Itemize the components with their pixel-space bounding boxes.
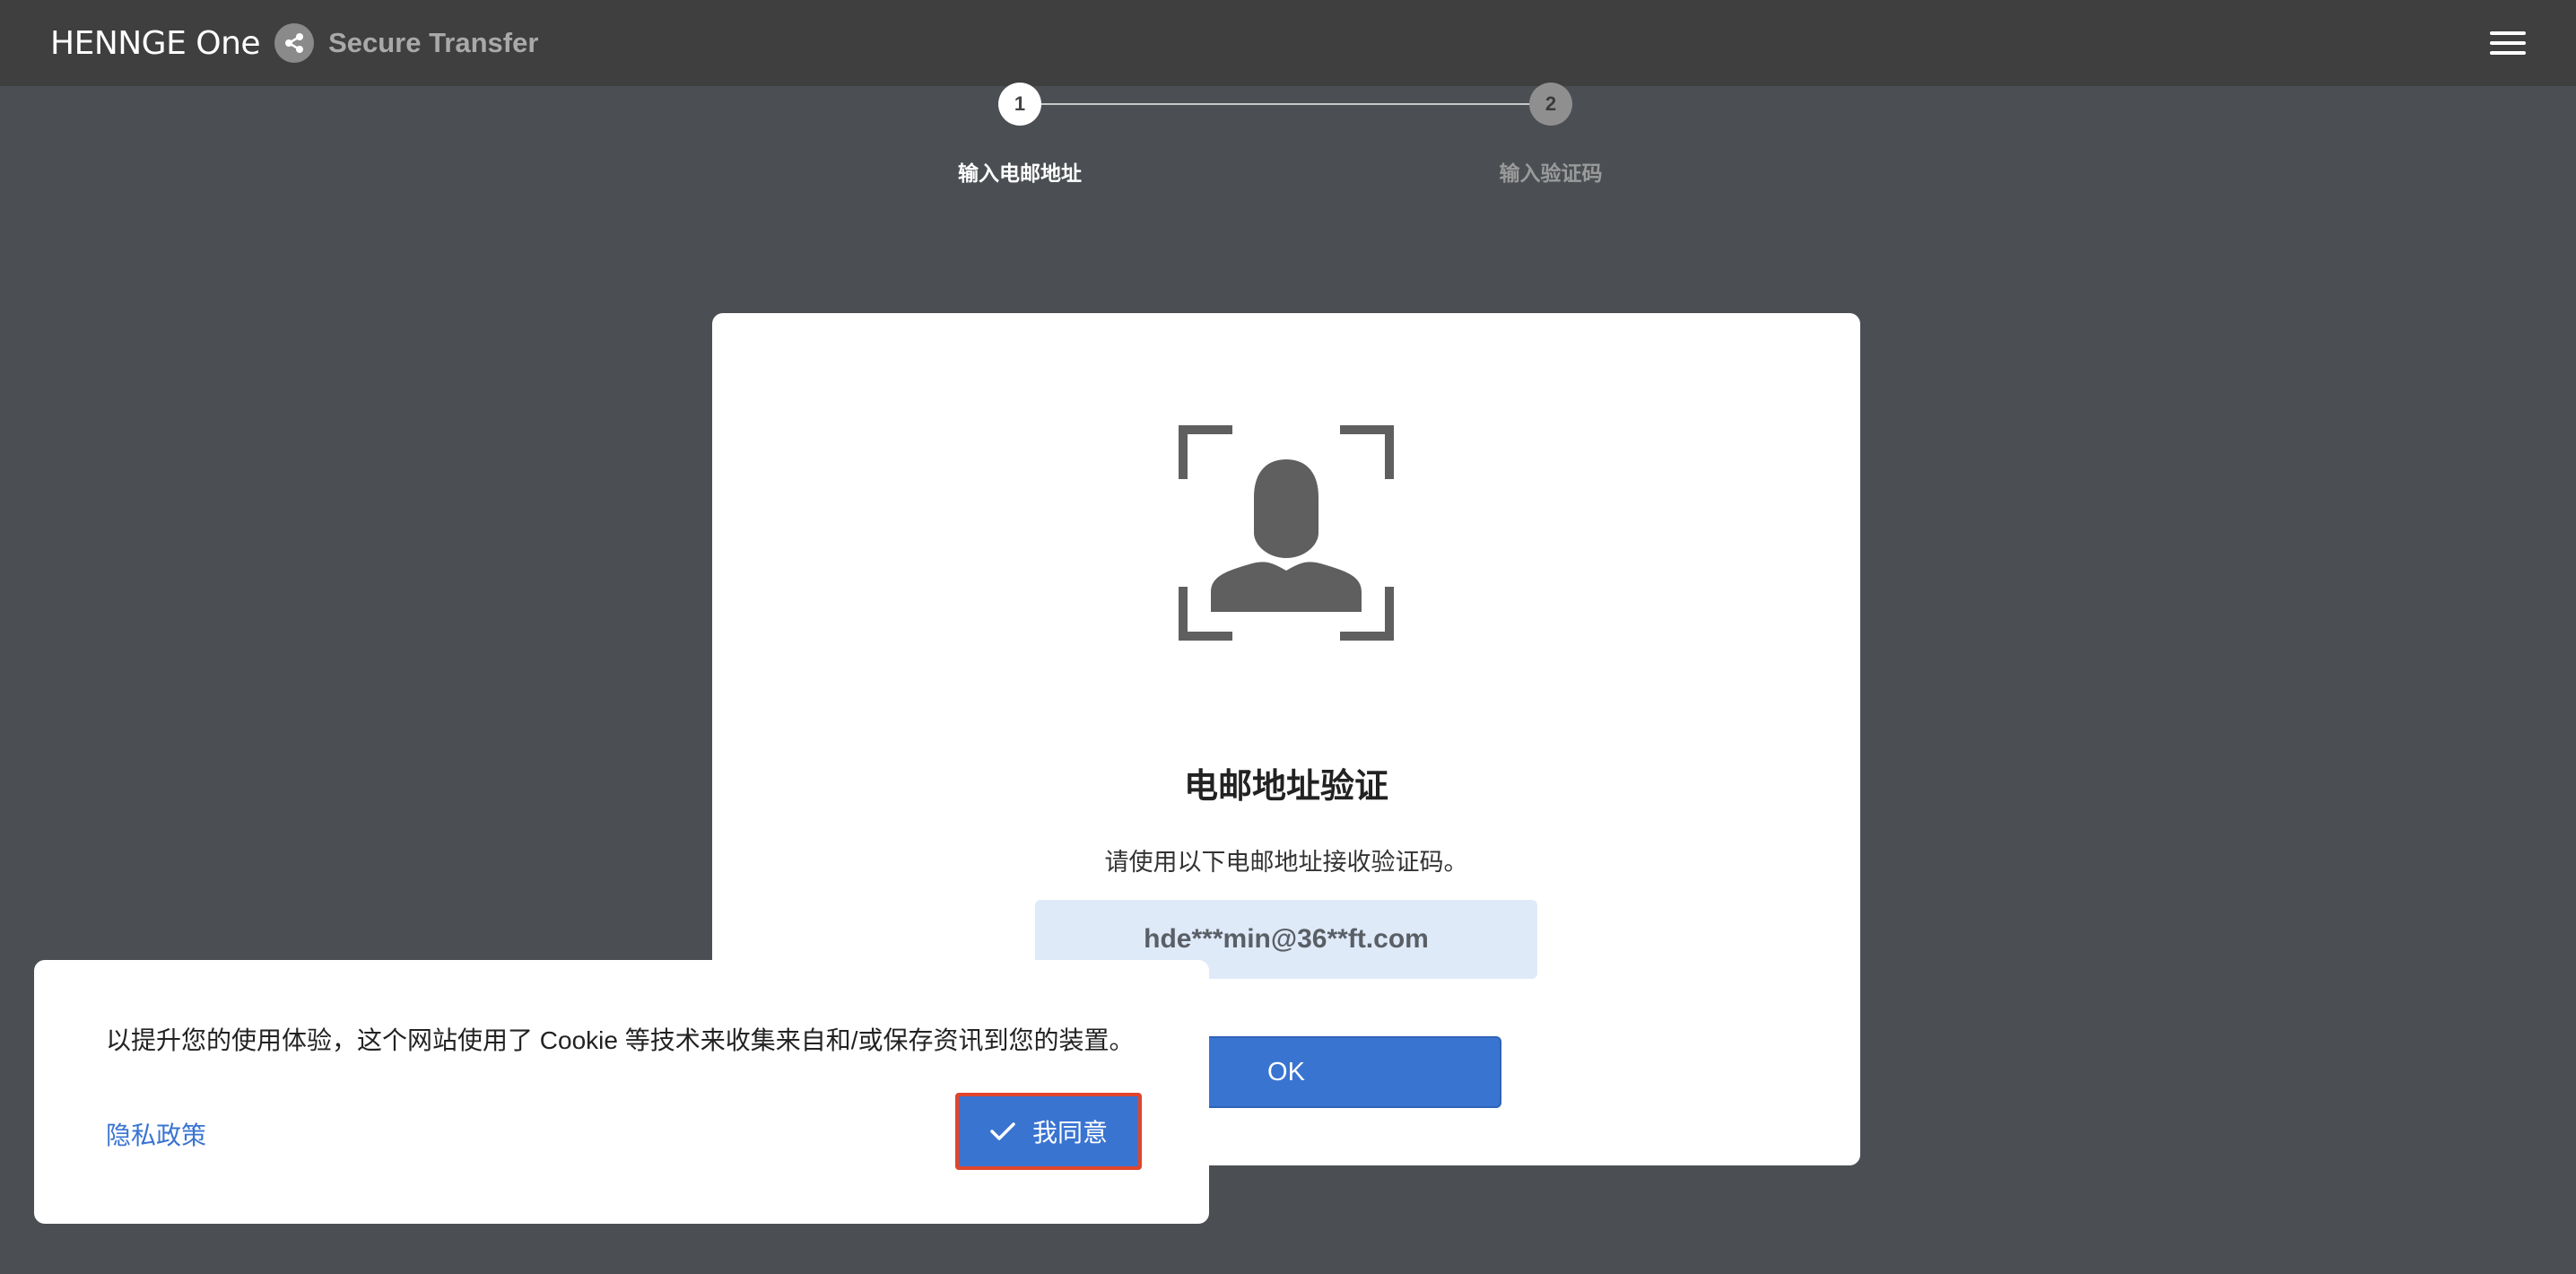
step-1-label: 输入电邮地址	[958, 161, 1082, 185]
app-header: HENNGE One Secure Transfer	[0, 0, 2576, 86]
agree-button-label: 我同意	[1031, 1119, 1108, 1147]
privacy-policy-link[interactable]: 隐私政策	[106, 1116, 206, 1152]
hamburger-menu-icon[interactable]	[2490, 25, 2526, 61]
share-logo-icon	[274, 23, 315, 63]
card-title: 电邮地址验证	[1183, 768, 1388, 806]
stepper-connector	[1040, 103, 1552, 105]
cookie-consent-banner: 以提升您的使用体验，这个网站使用了 Cookie 等技术来收集来自和/或保存资讯…	[34, 960, 1209, 1224]
step-1-indicator: 1	[998, 83, 1041, 126]
brand[interactable]: HENNGE One Secure Transfer	[50, 23, 538, 63]
user-scan-icon	[1179, 425, 1394, 641]
agree-button[interactable]: 我同意	[955, 1093, 1142, 1170]
checkmark-icon	[990, 1122, 1015, 1140]
step-2-label: 输入验证码	[1499, 161, 1603, 185]
card-description: 请使用以下电邮地址接收验证码。	[1104, 849, 1468, 876]
brand-name: HENNGE One	[50, 24, 261, 62]
product-name: Secure Transfer	[328, 27, 539, 58]
step-2-indicator: 2	[1529, 83, 1572, 126]
cookie-message: 以提升您的使用体验，这个网站使用了 Cookie 等技术来收集来自和/或保存资讯…	[106, 1026, 1135, 1054]
